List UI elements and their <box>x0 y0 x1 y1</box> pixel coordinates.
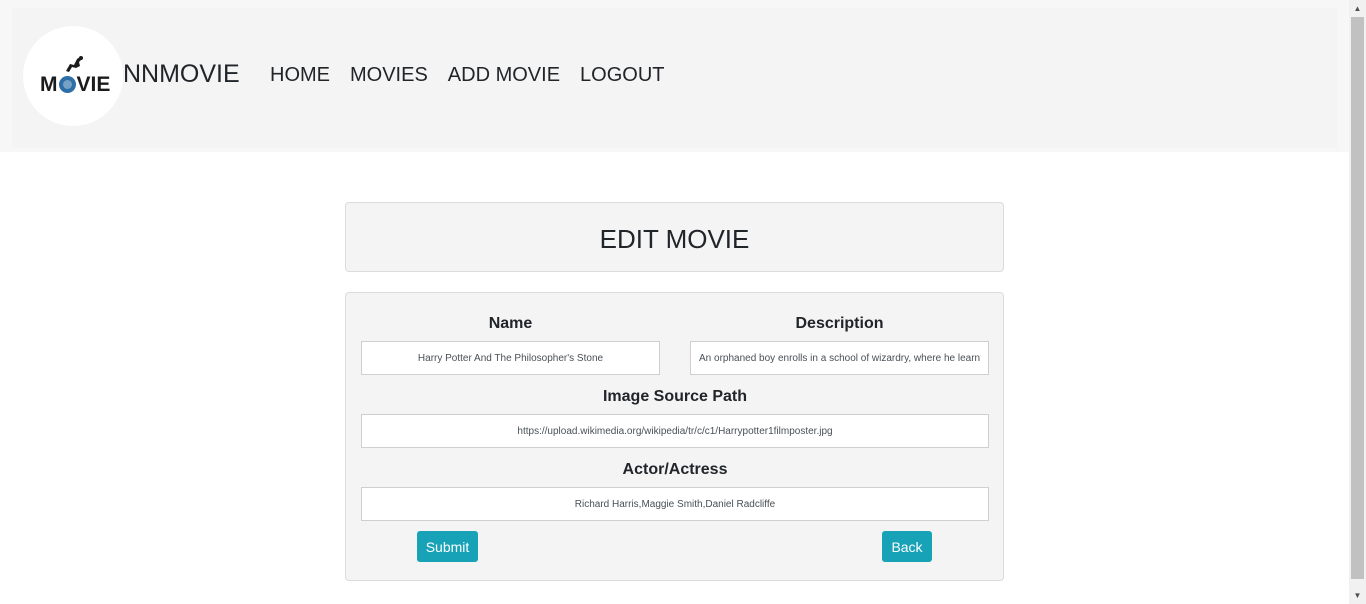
brand-name[interactable]: NNMOVIE <box>123 60 240 89</box>
page-title: EDIT MOVIE <box>599 224 750 254</box>
name-input[interactable] <box>361 341 660 375</box>
main-nav: HOME MOVIES ADD MOVIE LOGOUT <box>270 64 685 87</box>
description-input[interactable] <box>690 341 989 375</box>
vertical-scrollbar[interactable]: ▲ ▼ <box>1349 0 1366 604</box>
scroll-up-icon[interactable]: ▲ <box>1349 0 1366 17</box>
nav-logout[interactable]: LOGOUT <box>580 64 664 87</box>
actor-input[interactable] <box>361 487 989 521</box>
nav-add-movie[interactable]: ADD MOVIE <box>448 64 560 87</box>
logo[interactable]: M VIE <box>23 26 123 126</box>
back-button[interactable]: Back <box>882 531 932 562</box>
page-title-card: EDIT MOVIE <box>345 202 1004 272</box>
description-label: Description <box>795 315 884 332</box>
edit-movie-form: Name Description Image Source Path Actor… <box>345 292 1004 581</box>
logo-text: M VIE <box>40 73 111 96</box>
scrollbar-thumb[interactable] <box>1351 17 1364 579</box>
image-source-input[interactable] <box>361 414 989 448</box>
name-label: Name <box>488 315 533 332</box>
submit-button[interactable]: Submit <box>417 531 478 562</box>
actor-label: Actor/Actress <box>622 461 728 478</box>
scroll-down-icon[interactable]: ▼ <box>1349 587 1366 604</box>
nav-home[interactable]: HOME <box>270 64 330 87</box>
logo-o-icon <box>58 76 76 93</box>
rider-figure-icon <box>66 56 83 72</box>
image-source-label: Image Source Path <box>602 388 748 405</box>
nav-movies[interactable]: MOVIES <box>350 64 428 87</box>
